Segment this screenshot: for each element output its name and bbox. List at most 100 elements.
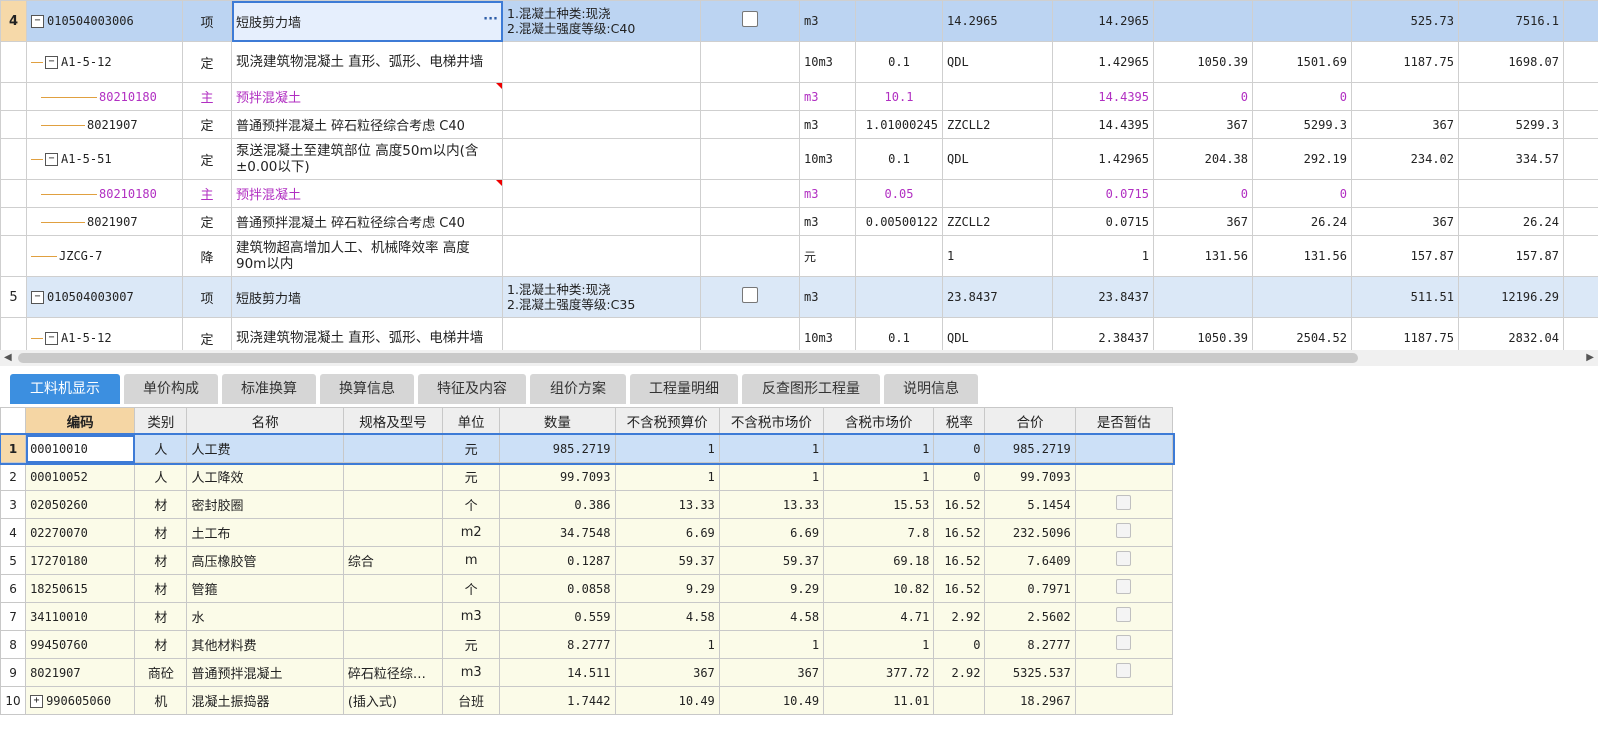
tab-description[interactable]: 说明信息 (884, 374, 978, 404)
name-cell[interactable]: 泵送混凝土至建筑部位 高度50m以内(含±0.00以下) (231, 138, 503, 180)
tax-market-price-cell[interactable]: 1 (823, 630, 935, 659)
code-cell[interactable]: 18250615 (25, 574, 136, 603)
col-header-tax-market-price[interactable]: 含税市场价 (823, 407, 935, 435)
code-cell[interactable]: 17270180 (25, 546, 136, 575)
collapse-icon[interactable]: − (31, 15, 44, 28)
provisional-cell[interactable] (1074, 434, 1174, 463)
tab-features-content[interactable]: 特征及内容 (418, 374, 526, 404)
code-cell[interactable]: 99450760 (25, 630, 136, 659)
col-header-spec[interactable]: 规格及型号 (342, 407, 444, 435)
table-row[interactable]: 7 34110010 材水 m3 0.559 4.58 4.58 4.71 2.92 2.5602 (0, 602, 1174, 631)
table-row[interactable]: 4 02270070 材土工布 m2 34.7548 6.69 6.69 7.8 16.52 23… (0, 518, 1174, 547)
code-cell[interactable]: −010504003006 (26, 0, 183, 42)
tax-rate-cell[interactable]: 16.52 (933, 546, 986, 575)
col-header-name[interactable]: 名称 (186, 407, 344, 435)
name-cell[interactable]: 水 (186, 602, 344, 631)
collapse-icon[interactable]: − (45, 332, 58, 345)
tax-rate-cell[interactable]: 2.92 (933, 602, 986, 631)
scroll-left-icon[interactable]: ◀ (4, 352, 12, 363)
name-cell[interactable]: 短肢剪力墙 (231, 276, 503, 318)
table-row[interactable]: JZCG-7 降 建筑物超高增加人工、机械降效率 高度90m以内 元 1 1 1… (0, 235, 1598, 277)
table-row[interactable]: 8021907 定 普通预拌混凝土 碎石粒径综合考虑 C40 m3 0.0050… (0, 207, 1598, 236)
code-cell[interactable]: 02050260 (25, 490, 136, 519)
col-header-market-price[interactable]: 不含税市场价 (718, 407, 825, 435)
budget-price-cell[interactable]: 1 (614, 630, 720, 659)
name-cell[interactable]: 建筑物超高增加人工、机械降效率 高度90m以内 (231, 235, 503, 277)
provisional-cell[interactable] (1074, 490, 1174, 519)
code-cell[interactable]: −010504003007 (26, 276, 183, 318)
tax-rate-cell[interactable]: 0 (933, 630, 986, 659)
budget-price-cell[interactable]: 59.37 (614, 546, 720, 575)
more-icon[interactable]: ··· (483, 12, 498, 27)
name-cell[interactable]: 普通预拌混凝土 (186, 658, 344, 687)
spec-cell[interactable]: 1.混凝土种类:现浇 2.混凝土强度等级:C35 (502, 276, 701, 318)
market-price-cell[interactable]: 59.37 (718, 546, 825, 575)
col-header-code[interactable]: 编码 (25, 407, 136, 435)
table-row[interactable]: 8 99450760 材其他材料费元 8.2777 1 1 1 0 8.2777 (0, 630, 1174, 659)
spec-cell[interactable]: 碎石粒径综… (342, 658, 444, 687)
tax-rate-cell[interactable]: 16.52 (933, 490, 986, 519)
horizontal-scrollbar[interactable]: ◀ ▶ (0, 350, 1598, 366)
tab-standard-conversion[interactable]: 标准换算 (222, 374, 316, 404)
market-price-cell[interactable]: 1 (718, 434, 825, 463)
table-row[interactable]: 80210180 主 预拌混凝土 m3 0.05 0.0715 0 0 (0, 179, 1598, 208)
tax-market-price-cell[interactable]: 4.71 (823, 602, 935, 631)
spec-cell[interactable] (342, 462, 444, 491)
checkbox-cell[interactable] (700, 0, 800, 42)
name-cell[interactable]: 短肢剪力墙 ··· (231, 0, 503, 42)
col-header-budget-price[interactable]: 不含税预算价 (614, 407, 720, 435)
quantity-cell[interactable]: 0.386 (499, 490, 616, 519)
tax-market-price-cell[interactable]: 7.8 (823, 518, 935, 547)
market-price-cell[interactable]: 4.58 (718, 602, 825, 631)
market-price-cell[interactable]: 6.69 (718, 518, 825, 547)
tax-rate-cell[interactable]: 0 (933, 434, 986, 463)
spec-cell[interactable] (342, 490, 444, 519)
table-row[interactable]: − A1-5-12 定 现浇建筑物混凝土 直形、弧形、电梯井墙 10m3 0.1 … (0, 317, 1598, 350)
tax-market-price-cell[interactable]: 10.82 (823, 574, 935, 603)
expand-icon[interactable]: + (30, 694, 44, 708)
tax-market-price-cell[interactable]: 15.53 (823, 490, 935, 519)
provisional-cell[interactable] (1074, 462, 1174, 491)
tax-market-price-cell[interactable]: 377.72 (823, 658, 935, 687)
provisional-cell[interactable] (1074, 686, 1174, 715)
quantity-cell[interactable]: 0.559 (499, 602, 616, 631)
budget-price-cell[interactable]: 10.49 (614, 686, 720, 715)
code-cell[interactable]: 8021907 (26, 110, 183, 139)
market-price-cell[interactable]: 367 (718, 658, 825, 687)
table-row[interactable]: 2 00010052 人人工降效元 99.7093 1 1 1 0 99.7093 (0, 462, 1174, 491)
code-cell[interactable]: 34110010 (25, 602, 136, 631)
col-header-quantity[interactable]: 数量 (499, 407, 616, 435)
table-row[interactable]: 10 +990605060 机混凝土振捣器 (插入式) 台班 1.7442 10.49 10.… (0, 686, 1174, 715)
spec-cell[interactable] (342, 602, 444, 631)
spec-cell[interactable] (502, 41, 701, 83)
provisional-checkbox[interactable] (1116, 495, 1132, 510)
code-cell[interactable]: − A1-5-12 (26, 41, 183, 83)
provisional-cell[interactable] (1074, 546, 1174, 575)
table-row[interactable]: 1 00010010 人人工费元 985.2719 1 1 1 0 985.2719 (0, 432, 1175, 465)
checkbox-cell[interactable] (700, 276, 800, 318)
code-cell[interactable]: +990605060 (25, 686, 136, 715)
name-cell[interactable]: 预拌混凝土 (231, 179, 503, 208)
tab-pricing-scheme[interactable]: 组价方案 (530, 374, 626, 404)
tax-market-price-cell[interactable]: 1 (823, 462, 935, 491)
quantity-cell[interactable]: 0.1287 (499, 546, 616, 575)
budget-price-cell[interactable]: 1 (614, 434, 720, 463)
collapse-icon[interactable]: − (45, 56, 58, 69)
provisional-checkbox[interactable] (1116, 607, 1132, 622)
table-row[interactable]: − A1-5-51 定 泵送混凝土至建筑部位 高度50m以内(含±0.00以下) … (0, 138, 1598, 180)
name-cell[interactable]: 现浇建筑物混凝土 直形、弧形、电梯井墙 (231, 317, 503, 350)
table-row[interactable]: 6 18250615 材管箍个 0.0858 9.29 9.29 10.82 16.52 0.7… (0, 574, 1174, 603)
provisional-checkbox[interactable] (1116, 635, 1132, 650)
name-cell[interactable]: 预拌混凝土 (231, 82, 503, 111)
tax-rate-cell[interactable]: 16.52 (933, 574, 986, 603)
provisional-cell[interactable] (1074, 602, 1174, 631)
code-cell[interactable]: − A1-5-12 (26, 317, 183, 350)
provisional-cell[interactable] (1074, 518, 1174, 547)
table-row[interactable]: 5 −010504003007 项 短肢剪力墙 1.混凝土种类:现浇 2.混凝土… (0, 276, 1598, 318)
provisional-checkbox[interactable] (1116, 523, 1132, 538)
code-cell[interactable]: 02270070 (25, 518, 136, 547)
provisional-checkbox[interactable] (1116, 663, 1132, 678)
spec-cell[interactable]: (插入式) (342, 686, 444, 715)
tax-market-price-cell[interactable]: 11.01 (823, 686, 935, 715)
budget-price-cell[interactable]: 6.69 (614, 518, 720, 547)
